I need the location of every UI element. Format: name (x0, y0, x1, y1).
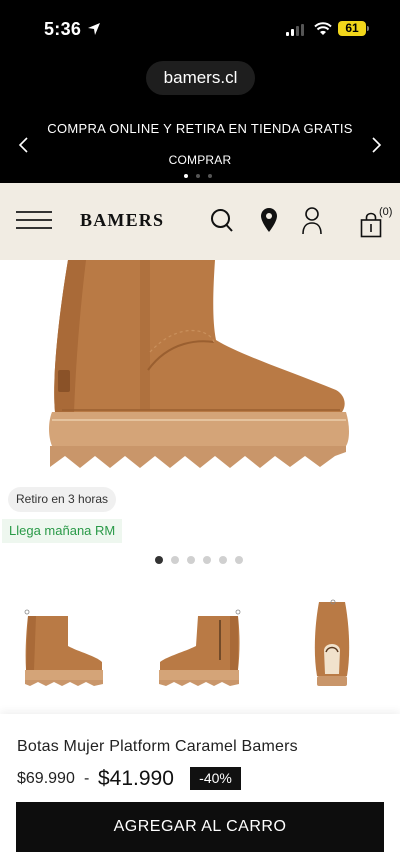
thumbnail-side[interactable] (14, 598, 114, 690)
boot-thumbnail-image (314, 599, 350, 686)
price-original: $69.990 (17, 770, 75, 787)
thumbnail-zipper[interactable] (150, 598, 250, 690)
battery-indicator: 61 (338, 21, 366, 36)
gallery-dot[interactable] (203, 556, 211, 564)
brand-logo[interactable]: BAMERS (80, 210, 164, 231)
product-main-image[interactable] (0, 260, 400, 490)
boot-image (49, 260, 349, 468)
gallery-dot[interactable] (235, 556, 243, 564)
location-pin-icon[interactable] (260, 207, 278, 233)
discount-badge: -40% (190, 767, 241, 790)
price-sale: $41.990 (98, 767, 174, 790)
add-to-cart-button[interactable]: AGREGAR AL CARRO (16, 802, 384, 852)
signal-icon (286, 24, 304, 36)
promo-dot[interactable] (208, 174, 212, 178)
pickup-badge: Retiro en 3 horas (8, 487, 117, 512)
gallery-pagination (155, 556, 243, 564)
cart-count: (0) (379, 206, 393, 218)
boot-thumbnail-image (24, 609, 103, 686)
product-title: Botas Mujer Platform Caramel Bamers (17, 738, 298, 755)
delivery-badge: Llega mañana RM (2, 519, 123, 543)
chevron-left-icon[interactable] (16, 136, 32, 154)
promo-text: COMPRA ONLINE Y RETIRA EN TIENDA GRATIS (47, 121, 353, 136)
site-header: BAMERS (0, 183, 400, 260)
boot-thumbnail-image (159, 609, 241, 686)
url-bar[interactable]: bamers.cl (146, 61, 255, 95)
location-arrow-icon (88, 23, 100, 35)
thumbnail-back[interactable] (281, 598, 381, 690)
menu-icon[interactable] (16, 209, 52, 233)
promo-dot-active[interactable] (184, 174, 188, 178)
gallery-dot[interactable] (219, 556, 227, 564)
gallery-dot[interactable] (187, 556, 195, 564)
promo-cta-link[interactable]: COMPRAR (0, 153, 400, 167)
battery-tip (367, 26, 369, 31)
user-icon[interactable] (301, 206, 323, 236)
promo-dot[interactable] (196, 174, 200, 178)
status-time: 5:36 (44, 19, 82, 39)
promo-pagination (184, 174, 212, 178)
wifi-icon (314, 22, 332, 35)
gallery-dot-active[interactable] (155, 556, 163, 564)
chevron-right-icon[interactable] (368, 136, 384, 154)
search-icon[interactable] (210, 208, 234, 234)
price-separator: - (84, 770, 90, 787)
gallery-dot[interactable] (171, 556, 179, 564)
status-bar: 5:36 61 (0, 0, 400, 56)
